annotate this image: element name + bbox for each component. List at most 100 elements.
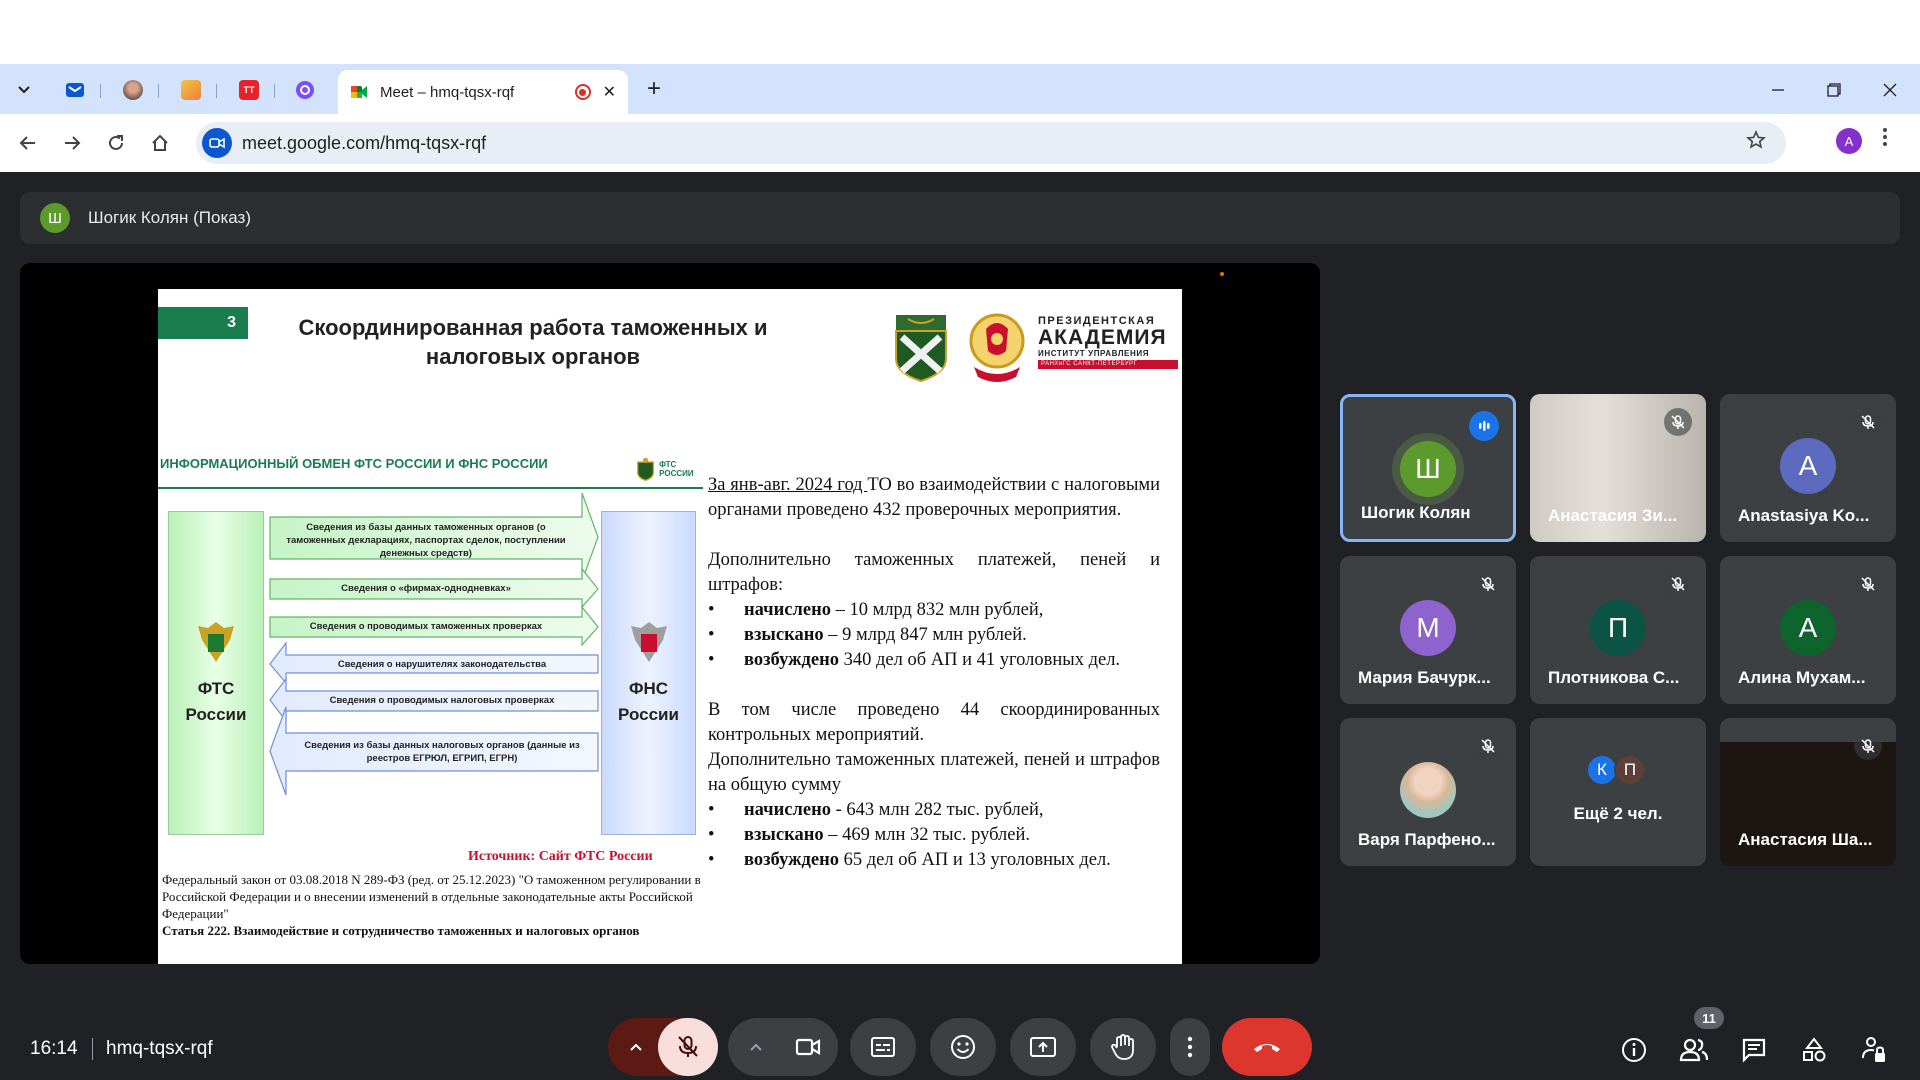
list-item: взыскано – 469 млн 32 тыс. рублей. bbox=[708, 823, 1160, 848]
audio-settings-button[interactable] bbox=[608, 1018, 664, 1076]
participant-tile[interactable]: П Плотникова С... bbox=[1530, 556, 1706, 704]
participant-tile[interactable]: Анастасия Зи... bbox=[1530, 394, 1706, 542]
channel-tab-icon bbox=[181, 80, 201, 100]
more-participants-tile[interactable]: К П Ещё 2 чел. bbox=[1530, 718, 1706, 866]
ranepa-line3: ИНСТИТУТ УПРАВЛЕНИЯ bbox=[1038, 349, 1150, 358]
participant-avatar: Ш bbox=[1400, 441, 1456, 497]
presentation-stage[interactable]: 3 Скоординированная работа таможенных и … bbox=[20, 263, 1320, 964]
arrow-label: Сведения о проводимых налоговых проверка… bbox=[329, 695, 555, 706]
law-reference: Федеральный закон от 03.08.2018 N 289-ФЗ… bbox=[162, 871, 702, 939]
back-button[interactable] bbox=[12, 127, 44, 159]
more-vert-icon bbox=[1883, 128, 1887, 146]
present-screen-button[interactable] bbox=[1010, 1018, 1076, 1076]
restore-button[interactable] bbox=[1814, 76, 1854, 104]
paragraph-4: Дополнительно таможенных платежей, пеней… bbox=[708, 750, 1160, 795]
pinned-tab-purple[interactable] bbox=[286, 76, 324, 104]
captions-button[interactable] bbox=[850, 1018, 916, 1076]
mic-off-icon bbox=[1854, 408, 1882, 436]
stage-indicator-dot bbox=[1220, 272, 1224, 276]
arrow-label: Сведения о «фирмах-однодневках» bbox=[341, 583, 511, 594]
hang-up-icon bbox=[1254, 1044, 1280, 1052]
chat-button[interactable] bbox=[1736, 1032, 1772, 1068]
meeting-code: hmq-tqsx-rqf bbox=[106, 1038, 213, 1059]
participant-avatar: П bbox=[1590, 600, 1646, 656]
recording-indicator-icon bbox=[574, 84, 591, 100]
paragraph-3: В том числе проведено 44 скоординированн… bbox=[708, 700, 1160, 745]
list-item: начислено - 643 млн 282 тыс. рублей, bbox=[708, 798, 1160, 823]
participant-tile[interactable]: A Anastasiya Ko... bbox=[1720, 394, 1896, 542]
participant-tile[interactable]: Анастасия Ша... bbox=[1720, 718, 1896, 866]
pinned-tab-mail[interactable] bbox=[56, 76, 94, 104]
tab-close-button[interactable]: ✕ bbox=[603, 82, 616, 102]
meeting-details-button[interactable] bbox=[1616, 1032, 1652, 1068]
more-avatars: К П bbox=[1586, 754, 1646, 786]
activities-button[interactable] bbox=[1796, 1032, 1832, 1068]
profile-avatar[interactable]: A bbox=[1836, 128, 1862, 154]
bookmark-star-button[interactable] bbox=[1746, 130, 1766, 156]
law-article: Статья 222. Взаимодействие и сотрудничес… bbox=[162, 923, 640, 938]
meet-app: Ш Шогик Колян (Показ) 3 Скоординированна… bbox=[0, 172, 1920, 1080]
reload-icon bbox=[109, 135, 123, 150]
raise-hand-icon bbox=[1111, 1034, 1134, 1060]
list-item: начислено – 10 млрд 832 млн рублей, bbox=[708, 598, 1160, 623]
more-options-button[interactable] bbox=[1170, 1018, 1210, 1076]
people-button[interactable] bbox=[1676, 1032, 1712, 1068]
period-underlined: За янв-авг. 2024 год bbox=[708, 475, 868, 495]
paragraph-1: За янв-авг. 2024 год ТО во взаимодействи… bbox=[708, 473, 1160, 523]
close-window-button[interactable] bbox=[1870, 76, 1910, 104]
google-meet-icon bbox=[350, 83, 368, 101]
host-controls-button[interactable] bbox=[1856, 1032, 1892, 1068]
diagram-source: Источник: Сайт ФТС России bbox=[468, 849, 653, 864]
bullet-list-2: начислено - 643 млн 282 тыс. рублей, взы… bbox=[708, 798, 1160, 873]
leave-call-button[interactable] bbox=[1222, 1018, 1312, 1076]
url-text: meet.google.com/hmq-tqsx-rqf bbox=[242, 132, 487, 153]
lock-person-icon bbox=[1862, 1037, 1885, 1062]
reload-button[interactable] bbox=[100, 127, 132, 159]
mic-off-icon bbox=[1854, 732, 1882, 760]
presenter-avatar: Ш bbox=[40, 203, 70, 233]
emoji-icon bbox=[951, 1035, 975, 1059]
tab-separator bbox=[216, 84, 217, 98]
list-item: взыскано – 9 млрд 847 млн рублей. bbox=[708, 623, 1160, 648]
arrow-right-icon bbox=[65, 136, 81, 150]
home-button[interactable] bbox=[144, 127, 176, 159]
url-bar[interactable]: meet.google.com/hmq-tqsx-rqf bbox=[196, 122, 1786, 164]
participant-count-badge: 11 bbox=[1694, 1007, 1724, 1029]
reactions-button[interactable] bbox=[930, 1018, 996, 1076]
tab-search-button[interactable] bbox=[8, 73, 40, 105]
mic-toggle-button[interactable] bbox=[658, 1018, 718, 1076]
pinned-tab-channel[interactable] bbox=[172, 76, 210, 104]
divider bbox=[92, 1038, 93, 1060]
arrow-label: Сведения о проводимых таможенных проверк… bbox=[309, 621, 543, 632]
new-tab-button[interactable]: + bbox=[640, 76, 668, 102]
star-icon bbox=[1746, 130, 1766, 149]
mic-off-icon bbox=[1474, 732, 1502, 760]
video-settings-button[interactable] bbox=[728, 1018, 784, 1076]
home-icon bbox=[152, 134, 168, 151]
more-participants-label: Ещё 2 чел. bbox=[1573, 804, 1663, 823]
participant-tile[interactable]: Варя Парфено... bbox=[1340, 718, 1516, 866]
chevron-down-icon bbox=[18, 86, 30, 94]
pinned-tab-avatar[interactable] bbox=[114, 76, 152, 104]
participant-avatar: А bbox=[1780, 600, 1836, 656]
slide-number: 3 bbox=[158, 307, 248, 339]
forward-button[interactable] bbox=[56, 127, 88, 159]
participant-grid: Ш Шогик Колян Анастасия Зи... A Anastasi… bbox=[1340, 394, 1906, 886]
raise-hand-button[interactable] bbox=[1090, 1018, 1156, 1076]
presentation-banner: Ш Шогик Колян (Показ) bbox=[20, 192, 1900, 244]
participant-name: Anastasiya Ko... bbox=[1738, 506, 1870, 525]
participant-name: Анастасия Ша... bbox=[1738, 830, 1873, 849]
meeting-clock: 16:14 bbox=[30, 1038, 78, 1059]
minimize-button[interactable] bbox=[1758, 76, 1798, 104]
pinned-tab-tt[interactable]: TT bbox=[230, 76, 268, 104]
participant-tile[interactable]: Ш Шогик Колян bbox=[1340, 394, 1516, 542]
participant-name: Плотникова С... bbox=[1548, 668, 1680, 687]
participant-tile[interactable]: А Алина Мухам... bbox=[1720, 556, 1896, 704]
participant-tile[interactable]: М Мария Бачурк... bbox=[1340, 556, 1516, 704]
minimize-icon bbox=[1772, 89, 1784, 91]
present-screen-icon bbox=[1030, 1037, 1056, 1057]
browser-menu-button[interactable] bbox=[1882, 126, 1888, 154]
camera-toggle-button[interactable] bbox=[778, 1018, 838, 1076]
tab-meet-active[interactable]: Meet – hmq-tqsx-rqf ✕ bbox=[338, 70, 628, 114]
restore-icon bbox=[1827, 83, 1841, 97]
